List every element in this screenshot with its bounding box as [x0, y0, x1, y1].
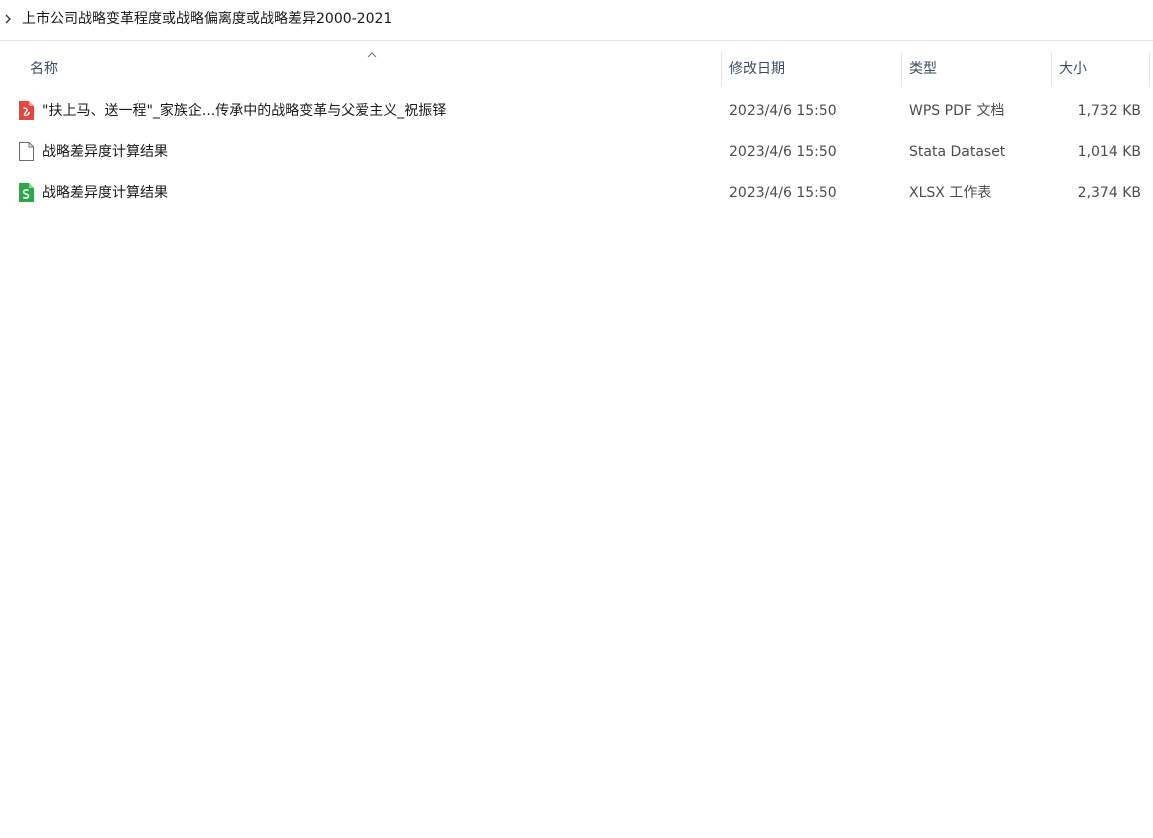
file-size: 1,732 KB [1077, 103, 1141, 119]
file-type: Stata Dataset [909, 144, 1006, 160]
column-divider[interactable] [1149, 52, 1150, 86]
column-header-type[interactable]: 类型 [909, 52, 1049, 86]
file-name[interactable]: "扶上马、送一程"_家族企...传承中的战略变革与父爱主义_祝振铎 [42, 91, 446, 132]
file-date: 2023/4/6 15:50 [729, 103, 837, 119]
file-date: 2023/4/6 15:50 [729, 144, 837, 160]
file-date: 2023/4/6 15:50 [729, 185, 837, 201]
spreadsheet-file-icon [19, 183, 34, 202]
column-header-name[interactable]: 名称 [30, 52, 720, 86]
file-name[interactable]: 战略差异度计算结果 [42, 132, 168, 173]
column-divider[interactable] [901, 52, 902, 86]
file-type: WPS PDF 文档 [909, 103, 1005, 119]
file-row[interactable]: 战略差异度计算结果 2023/4/6 15:50 XLSX 工作表 2,374 … [0, 173, 1153, 214]
file-type: XLSX 工作表 [909, 185, 992, 201]
column-header-date[interactable]: 修改日期 [729, 52, 899, 86]
file-row[interactable]: 战略差异度计算结果 2023/4/6 15:50 Stata Dataset 1… [0, 132, 1153, 173]
blank-file-icon [19, 142, 34, 161]
breadcrumb-path[interactable]: 上市公司战略变革程度或战略偏离度或战略差异2000-2021 [22, 9, 392, 29]
file-size: 1,014 KB [1077, 144, 1141, 160]
column-divider[interactable] [721, 52, 722, 86]
file-name[interactable]: 战略差异度计算结果 [42, 173, 168, 214]
column-divider[interactable] [1051, 52, 1052, 86]
chevron-right-icon[interactable] [3, 11, 13, 27]
pdf-file-icon [19, 101, 34, 120]
column-header-row: 名称 修改日期 类型 大小 [0, 52, 1153, 86]
breadcrumb: 上市公司战略变革程度或战略偏离度或战略差异2000-2021 [0, 0, 1153, 41]
file-size: 2,374 KB [1077, 185, 1141, 201]
file-row[interactable]: "扶上马、送一程"_家族企...传承中的战略变革与父爱主义_祝振铎 2023/4… [0, 91, 1153, 132]
column-header-size[interactable]: 大小 [1059, 52, 1144, 86]
